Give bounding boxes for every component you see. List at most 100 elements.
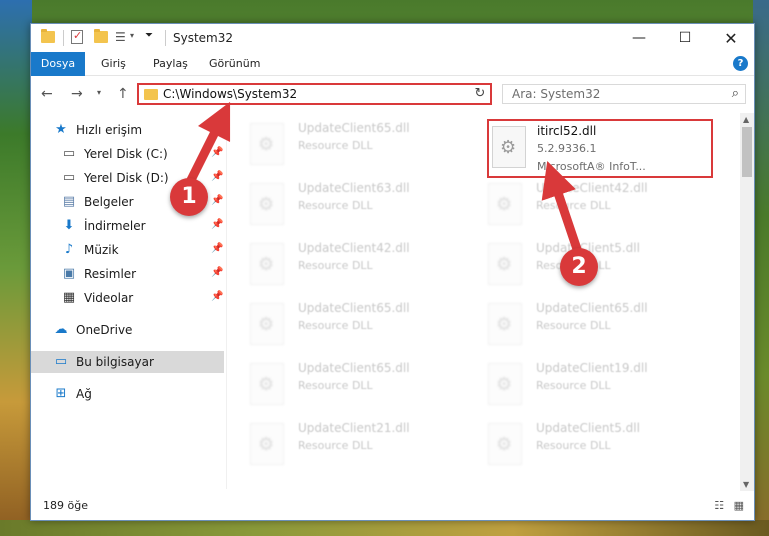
cloud-icon: ☁	[54, 322, 68, 337]
scroll-down-icon[interactable]: ▼	[743, 480, 749, 489]
file-item[interactable]: UpdateClient42.dll Resource DLL	[227, 237, 465, 295]
forward-arrow-icon[interactable]: →	[71, 86, 83, 102]
sidebar-item-network[interactable]: ⊞ Ağ	[31, 383, 224, 405]
dll-file-icon	[250, 363, 284, 405]
file-item[interactable]: UpdateClient21.dll Resource DLL	[227, 417, 465, 475]
close-button[interactable]: ✕	[708, 24, 754, 52]
file-description: Resource DLL	[536, 319, 611, 332]
search-icon[interactable]: ⌕	[732, 86, 739, 101]
minimize-button[interactable]: —	[616, 24, 662, 52]
scroll-thumb[interactable]	[742, 127, 752, 177]
sidebar-item-local-disk-c[interactable]: ▭ Yerel Disk (C:) 📌	[31, 143, 224, 165]
tab-gorunum[interactable]: Görünüm	[197, 52, 272, 76]
properties-icon[interactable]: ✓	[71, 29, 83, 44]
view-toggle: ☷ ▦	[714, 499, 744, 512]
up-arrow-icon[interactable]: ↑	[117, 86, 129, 102]
dll-file-icon	[250, 303, 284, 345]
folder-icon	[41, 29, 55, 43]
folder-icon	[144, 89, 158, 100]
dll-file-icon	[488, 303, 522, 345]
dll-file-icon	[250, 183, 284, 225]
file-item[interactable]: UpdateClient65.dll Resource DLL	[465, 297, 703, 355]
download-icon: ⬇	[63, 218, 75, 233]
sidebar-item-label: Bu bilgisayar	[76, 355, 154, 369]
file-description: Resource DLL	[298, 199, 373, 212]
tab-dosya[interactable]: Dosya	[31, 52, 85, 76]
tab-giris[interactable]: Giriş	[89, 52, 138, 76]
file-item[interactable]: UpdateClient19.dll Resource DLL	[465, 357, 703, 415]
tab-paylas[interactable]: Paylaş	[141, 52, 200, 76]
pin-icon[interactable]: 📌	[211, 195, 223, 206]
sidebar-item-label: İndirmeler	[84, 219, 146, 233]
file-name: itircl52.dll	[537, 124, 597, 138]
file-item[interactable]: UpdateClient65.dll Resource DLL	[227, 117, 465, 175]
dll-file-icon	[250, 423, 284, 465]
help-icon[interactable]: ?	[733, 56, 748, 71]
pin-icon[interactable]: 📌	[211, 267, 223, 278]
file-description: Resource DLL	[536, 379, 611, 392]
search-input[interactable]: Ara: System32 ⌕	[502, 84, 746, 104]
pin-icon[interactable]: 📌	[211, 147, 223, 158]
file-name: UpdateClient65.dll	[298, 301, 410, 315]
sidebar-item-pictures[interactable]: ▣ Resimler 📌	[31, 263, 224, 285]
sidebar-item-label: Belgeler	[84, 195, 134, 209]
file-description: Resource DLL	[298, 379, 373, 392]
file-name: UpdateClient42.dll	[298, 241, 410, 255]
separator	[165, 30, 166, 46]
chevron-down-icon[interactable]: ▾	[130, 31, 144, 43]
address-bar[interactable]: C:\Windows\System32 ⌄	[137, 83, 490, 105]
sidebar-item-label: OneDrive	[76, 323, 133, 337]
back-arrow-icon[interactable]: ←	[41, 86, 53, 102]
refresh-button[interactable]: ↻	[470, 83, 492, 105]
file-item-itircl52[interactable]: itircl52.dll 5.2.9336.1 MicrosoftA® Info…	[487, 119, 713, 178]
details-view-icon[interactable]: ☷	[714, 499, 724, 512]
pin-icon[interactable]: 📌	[211, 291, 223, 302]
new-folder-icon[interactable]	[94, 29, 108, 43]
file-name: UpdateClient19.dll	[536, 361, 648, 375]
recent-chevron-icon[interactable]: ▾	[97, 88, 101, 97]
sidebar-item-onedrive[interactable]: ☁ OneDrive	[31, 319, 224, 341]
pin-icon[interactable]: 📌	[211, 243, 223, 254]
large-icons-view-icon[interactable]: ▦	[734, 499, 744, 512]
ribbon: Dosya Giriş Paylaş Görünüm ?	[31, 52, 754, 76]
sidebar-item-label: Ağ	[76, 387, 92, 401]
file-list: UpdateClient65.dll Resource DLL itircl52…	[227, 113, 739, 491]
scroll-up-icon[interactable]: ▲	[743, 115, 749, 124]
customize-icon[interactable]: ☰	[115, 30, 129, 44]
file-description: Resource DLL	[298, 259, 373, 272]
sidebar-item-videos[interactable]: ▦ Videolar 📌	[31, 287, 224, 309]
pictures-icon: ▣	[62, 266, 76, 281]
quick-access-dropdown-icon[interactable]: ⏷	[145, 30, 159, 42]
pin-icon[interactable]: 📌	[211, 171, 223, 182]
file-item[interactable]: UpdateClient65.dll Resource DLL	[227, 297, 465, 355]
sidebar-item-music[interactable]: ♪ Müzik 📌	[31, 239, 224, 261]
sidebar-item-downloads[interactable]: ⬇ İndirmeler 📌	[31, 215, 224, 237]
desktop-background-bottom	[0, 520, 769, 536]
file-name: UpdateClient65.dll	[298, 361, 410, 375]
dll-file-icon	[488, 243, 522, 285]
sidebar-item-this-pc[interactable]: ▭ Bu bilgisayar	[31, 351, 224, 373]
file-item[interactable]: UpdateClient42.dll Resource DLL	[465, 177, 703, 235]
file-name: UpdateClient65.dll	[536, 301, 648, 315]
sidebar-item-quick-access[interactable]: ★ Hızlı erişim	[31, 119, 224, 141]
videos-icon: ▦	[62, 290, 76, 305]
maximize-button[interactable]: ☐	[662, 24, 708, 52]
desktop-background-left	[0, 0, 32, 536]
file-item[interactable]: UpdateClient65.dll Resource DLL	[227, 357, 465, 415]
address-text: C:\Windows\System32	[163, 87, 298, 101]
computer-icon: ▭	[54, 354, 68, 369]
navigation-pane: ★ Hızlı erişim ▭ Yerel Disk (C:) 📌 ▭ Yer…	[31, 119, 224, 489]
file-item[interactable]: UpdateClient5.dll Resource DLL	[465, 417, 703, 475]
file-description: Resource DLL	[536, 199, 611, 212]
navigation-bar: ← → ▾ ↑ C:\Windows\System32 ⌄ ↻ Ara: Sys…	[31, 77, 754, 111]
search-placeholder: Ara: System32	[512, 87, 601, 101]
file-description: Resource DLL	[298, 439, 373, 452]
pin-icon[interactable]: 📌	[211, 219, 223, 230]
sidebar-item-label: Yerel Disk (C:)	[84, 147, 168, 161]
vertical-scrollbar[interactable]: ▲ ▼	[740, 113, 754, 491]
window-title: System32	[173, 31, 234, 45]
file-item[interactable]: UpdateClient63.dll Resource DLL	[227, 177, 465, 235]
title-bar: ✓ ☰ ▾ ⏷ System32 — ☐ ✕	[31, 24, 754, 52]
documents-icon: ▤	[62, 194, 76, 209]
sidebar-item-label: Müzik	[84, 243, 119, 257]
